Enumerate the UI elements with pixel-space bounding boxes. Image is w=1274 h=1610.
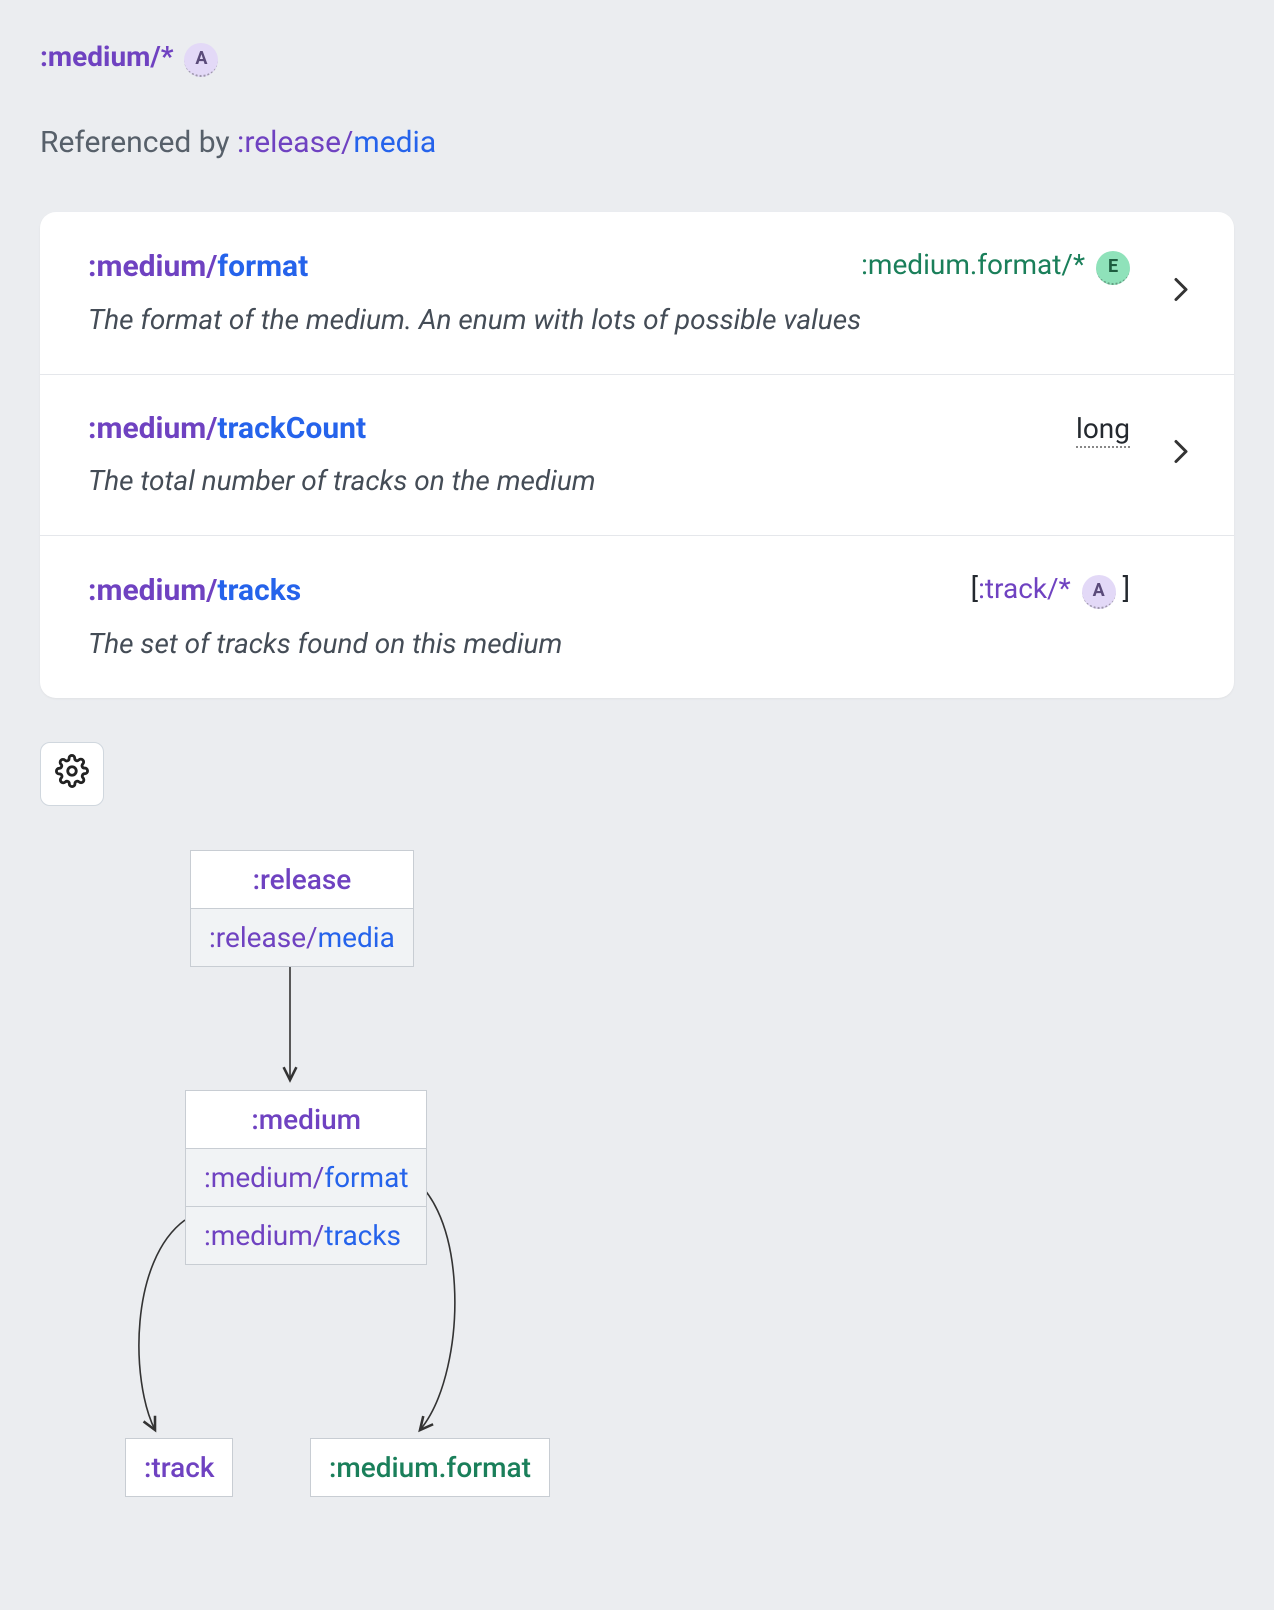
attr-desc: The format of the medium. An enum with l… <box>88 303 1186 336</box>
node-slash: / <box>313 1219 325 1252</box>
diagram-node-track[interactable]: :track <box>125 1438 233 1497</box>
attr-name: trackCount <box>217 411 366 446</box>
node-ns: :medium <box>204 1219 313 1252</box>
schema-diagram: :release :release/media :medium :medium/… <box>70 830 1234 1570</box>
attr-row-format[interactable]: :medium/format :medium.format/* E The fo… <box>40 212 1234 375</box>
node-slash: / <box>313 1161 325 1194</box>
type-raw: long <box>1076 412 1130 448</box>
attr-type: [:track/* A ] <box>971 572 1130 609</box>
gear-icon <box>55 754 89 795</box>
attr-name: format <box>217 249 308 284</box>
referenced-attr[interactable]: media <box>353 125 436 160</box>
attr-type: :medium.format/* E <box>861 248 1130 285</box>
aggregate-badge-icon: A <box>1082 575 1116 609</box>
settings-button[interactable] <box>40 742 104 806</box>
attr-desc: The set of tracks found on this medium <box>88 627 1186 660</box>
type-ns: :track <box>978 572 1047 605</box>
attr-row-trackcount[interactable]: :medium/trackCount long The total number… <box>40 375 1234 536</box>
chevron-right-icon <box>1172 276 1190 311</box>
node-head: :release <box>253 863 352 896</box>
node-slash: / <box>306 921 318 954</box>
attr-ns: :medium <box>88 249 206 284</box>
node-head: :medium <box>251 1103 361 1136</box>
enum-badge-icon: E <box>1096 251 1130 285</box>
referenced-by-label: Referenced by <box>40 125 237 160</box>
title-star: * <box>161 40 174 73</box>
diagram-node-medium-format[interactable]: :medium.format <box>310 1438 550 1497</box>
attr-desc: The total number of tracks on the medium <box>88 464 1186 497</box>
chevron-right-icon <box>1172 600 1190 635</box>
referenced-slash: / <box>341 125 353 160</box>
node-head: :track <box>144 1451 214 1484</box>
attr-name: tracks <box>217 573 301 608</box>
node-head: :medium.format <box>329 1451 531 1484</box>
aggregate-badge-icon: A <box>184 43 218 77</box>
diagram-node-medium[interactable]: :medium :medium/format :medium/tracks <box>185 1090 427 1265</box>
page-title: :medium/* A <box>40 40 1234 77</box>
attr-ns: :medium <box>88 573 206 608</box>
node-attr: media <box>318 921 395 954</box>
attributes-card: :medium/format :medium.format/* E The fo… <box>40 212 1234 698</box>
attr-slash: / <box>206 411 217 446</box>
referenced-ns[interactable]: :release <box>237 125 341 160</box>
attr-slash: / <box>206 573 217 608</box>
attr-row-tracks[interactable]: :medium/tracks [:track/* A ] The set of … <box>40 536 1234 698</box>
bracket-open: [ <box>971 572 978 605</box>
type-slash: / <box>1061 248 1073 281</box>
attr-ns: :medium <box>88 411 206 446</box>
type-star: * <box>1059 572 1071 605</box>
title-slash: / <box>150 40 160 73</box>
bracket-close: ] <box>1116 572 1130 605</box>
node-ns: :release <box>209 921 306 954</box>
type-slash: / <box>1047 572 1059 605</box>
diagram-node-release[interactable]: :release :release/media <box>190 850 414 967</box>
node-attr: format <box>324 1161 408 1194</box>
type-ns: :medium.format <box>861 248 1061 281</box>
node-attr: tracks <box>324 1219 401 1252</box>
referenced-by-line: Referenced by :release/media <box>40 125 1234 160</box>
chevron-right-icon <box>1172 438 1190 473</box>
attr-type: long <box>1076 412 1130 445</box>
node-ns: :medium <box>204 1161 313 1194</box>
type-star: * <box>1073 248 1085 281</box>
title-namespace: :medium <box>40 40 150 73</box>
attr-slash: / <box>206 249 217 284</box>
